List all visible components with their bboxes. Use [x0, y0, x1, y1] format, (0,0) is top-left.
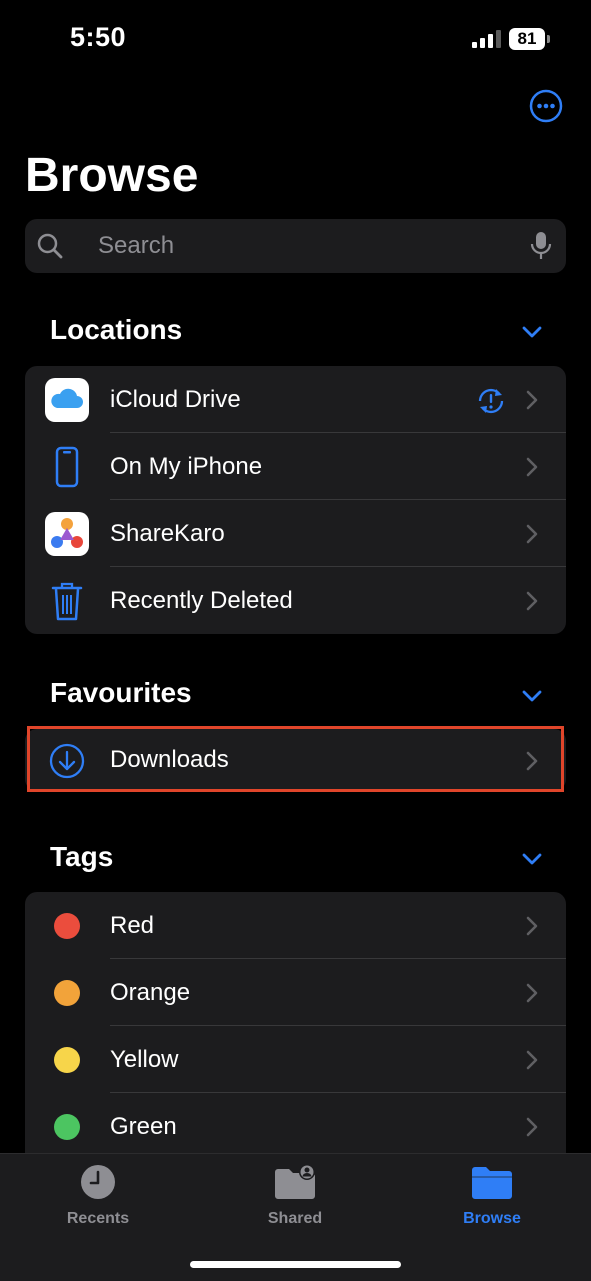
location-item-icloud-drive[interactable]: iCloud Drive — [25, 366, 566, 433]
battery-level: 81 — [509, 28, 545, 50]
chevron-right-icon — [526, 591, 538, 611]
tab-label: Browse — [463, 1210, 521, 1227]
chevron-down-icon[interactable] — [522, 852, 542, 866]
location-label: On My iPhone — [110, 453, 263, 480]
shared-folder-icon — [275, 1164, 315, 1199]
location-label: iCloud Drive — [110, 386, 241, 413]
locations-section-title: Locations — [50, 314, 183, 345]
chevron-right-icon — [526, 983, 538, 1003]
tab-label: Shared — [267, 1210, 323, 1227]
tags-list: Red Orange Yellow Green — [25, 892, 566, 1153]
location-label: Recently Deleted — [110, 587, 293, 614]
location-item-sharekaro[interactable]: ShareKaro — [25, 500, 566, 567]
ellipsis-circle-icon[interactable] — [529, 89, 563, 123]
sharekaro-app-icon — [45, 512, 89, 556]
clock-icon — [81, 1165, 115, 1199]
tag-label: Green — [110, 1113, 177, 1140]
tag-label: Orange — [110, 979, 191, 1006]
cellular-signal-icon — [472, 30, 501, 48]
home-indicator — [190, 1261, 401, 1268]
status-time: 5:50 — [70, 22, 127, 52]
tag-item-orange[interactable]: Orange — [25, 959, 566, 1026]
favourites-section-title: Favourites — [50, 677, 192, 708]
microphone-icon[interactable] — [529, 231, 553, 261]
tag-item-red[interactable]: Red — [25, 892, 566, 959]
battery-icon: 81 — [509, 28, 551, 50]
chevron-right-icon — [526, 390, 538, 410]
chevron-down-icon[interactable] — [522, 689, 542, 703]
trash-icon — [51, 582, 83, 621]
tag-label: Red — [110, 912, 155, 939]
page-title: Browse — [25, 149, 199, 202]
location-label: ShareKaro — [110, 520, 225, 547]
chevron-right-icon — [526, 1117, 538, 1137]
chevron-right-icon — [526, 524, 538, 544]
tag-item-yellow[interactable]: Yellow — [25, 1026, 566, 1093]
tag-label: Yellow — [110, 1046, 179, 1073]
chevron-right-icon — [526, 916, 538, 936]
tag-item-green[interactable]: Green — [25, 1093, 566, 1153]
red-tag-dot-icon — [54, 913, 80, 939]
orange-tag-dot-icon — [54, 980, 80, 1006]
tab-label: Recents — [66, 1210, 130, 1227]
search-input[interactable]: Search — [25, 219, 566, 273]
search-icon — [37, 233, 63, 259]
green-tag-dot-icon — [54, 1114, 80, 1140]
location-item-on-my-iphone[interactable]: On My iPhone — [25, 433, 566, 500]
location-item-recently-deleted[interactable]: Recently Deleted — [25, 567, 566, 634]
chevron-down-icon[interactable] — [522, 325, 542, 339]
yellow-tag-dot-icon — [54, 1047, 80, 1073]
sync-warning-icon — [478, 388, 504, 414]
locations-list: iCloud Drive On My iPhone ShareKaro Rece… — [25, 366, 566, 634]
tags-section-title: Tags — [50, 841, 114, 872]
chevron-right-icon — [526, 1050, 538, 1070]
search-placeholder: Search — [98, 232, 175, 259]
folder-icon — [472, 1167, 512, 1199]
iphone-icon — [55, 446, 79, 488]
highlight-box — [27, 726, 564, 792]
chevron-right-icon — [526, 457, 538, 477]
icloud-icon — [45, 378, 89, 422]
